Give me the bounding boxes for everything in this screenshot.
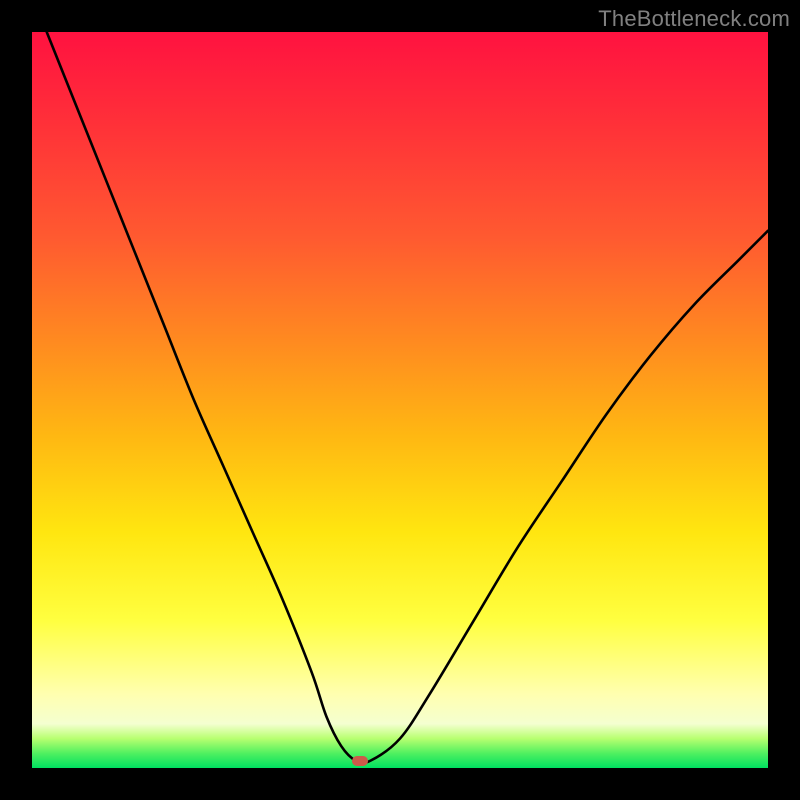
watermark-text: TheBottleneck.com	[598, 6, 790, 32]
chart-frame: TheBottleneck.com	[0, 0, 800, 800]
optimum-marker	[352, 756, 368, 766]
plot-area	[32, 32, 768, 768]
bottleneck-curve	[32, 32, 768, 768]
